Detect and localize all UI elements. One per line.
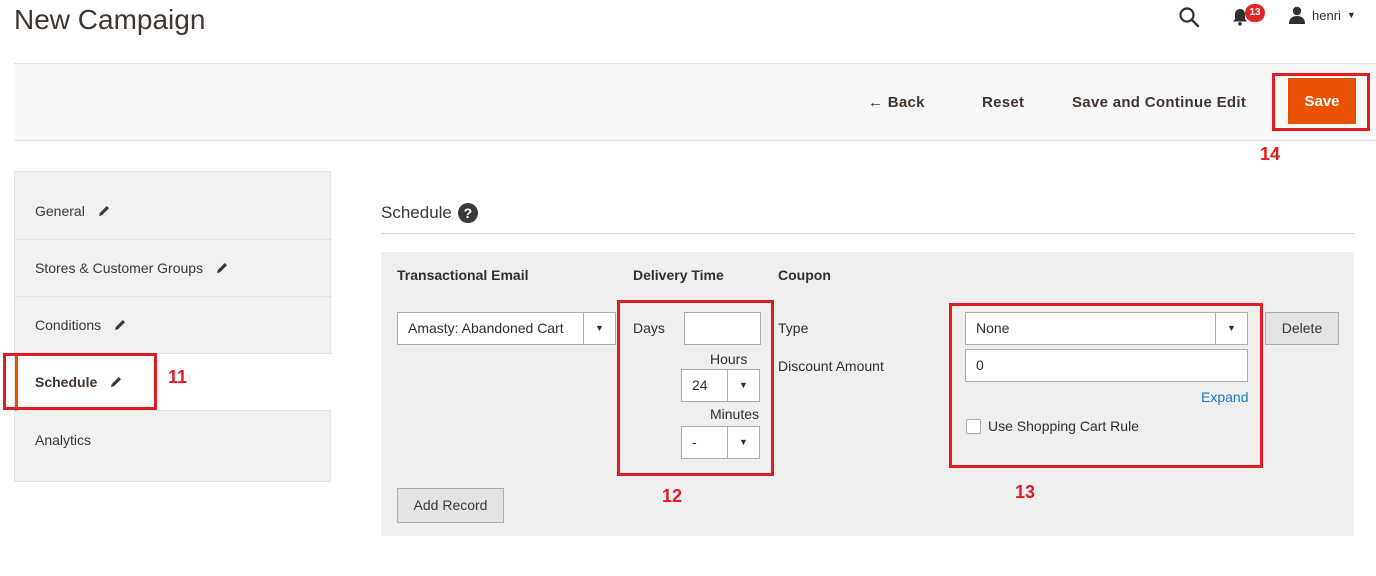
highlight-coupon (949, 303, 1263, 468)
notifications-button[interactable]: 13 (1232, 4, 1272, 27)
delete-button[interactable]: Delete (1265, 312, 1339, 345)
pencil-icon (98, 206, 109, 216)
sidebar-item-label: Analytics (35, 431, 92, 448)
sidebar-item-label: Conditions (35, 317, 102, 333)
sidebar-item-analytics[interactable]: Analytics (15, 411, 332, 468)
highlight-schedule-tab (3, 353, 157, 410)
section-title-text: Schedule (381, 203, 452, 222)
page-title: New Campaign (14, 4, 206, 35)
divider (381, 233, 1354, 234)
annotation-14: 14 (1260, 144, 1281, 164)
chevron-down-icon: ▼ (1346, 10, 1356, 20)
help-icon[interactable]: ? (457, 203, 478, 223)
highlight-save (1272, 73, 1370, 131)
section-title: Schedule ? (381, 203, 478, 223)
page-actions-bar: ← Back Reset Save and Continue Edit Save (14, 63, 1376, 141)
highlight-delivery-time (617, 300, 774, 476)
sidebar-item-conditions[interactable]: Conditions (15, 297, 332, 354)
discount-amount-label: Discount Amount (778, 358, 884, 374)
add-record-button[interactable]: Add Record (397, 488, 504, 523)
search-icon[interactable] (1178, 6, 1200, 28)
back-button[interactable]: ← Back (868, 94, 925, 111)
chevron-down-icon: ▼ (583, 313, 615, 344)
sidebar-item-stores-customer-groups[interactable]: Stores & Customer Groups (15, 240, 332, 297)
annotation-12: 12 (662, 486, 683, 506)
notification-count-badge: 13 (1245, 4, 1265, 22)
column-header-coupon: Coupon (778, 267, 831, 283)
sidebar-item-label: Stores & Customer Groups (35, 260, 204, 276)
column-header-delivery-time: Delivery Time (633, 267, 724, 283)
sidebar-tabs: General Stores & Customer Groups Conditi… (14, 171, 332, 482)
pencil-icon (115, 320, 126, 330)
user-name: henri (1312, 7, 1341, 23)
user-icon (1289, 6, 1305, 24)
sidebar-item-label: General (35, 203, 85, 219)
user-menu[interactable]: henri ▼ (1288, 6, 1356, 24)
annotation-11: 11 (168, 367, 188, 387)
annotation-13: 13 (1015, 482, 1036, 502)
email-template-value: Amasty: Abandoned Cart (408, 320, 564, 336)
email-template-select[interactable]: Amasty: Abandoned Cart ▼ (397, 312, 616, 345)
pencil-icon (217, 263, 228, 273)
coupon-type-label: Type (778, 320, 809, 336)
sidebar-item-general[interactable]: General (15, 183, 332, 240)
reset-button[interactable]: Reset (982, 94, 1024, 111)
column-header-transactional-email: Transactional Email (397, 267, 529, 283)
save-and-continue-button[interactable]: Save and Continue Edit (1072, 94, 1246, 111)
